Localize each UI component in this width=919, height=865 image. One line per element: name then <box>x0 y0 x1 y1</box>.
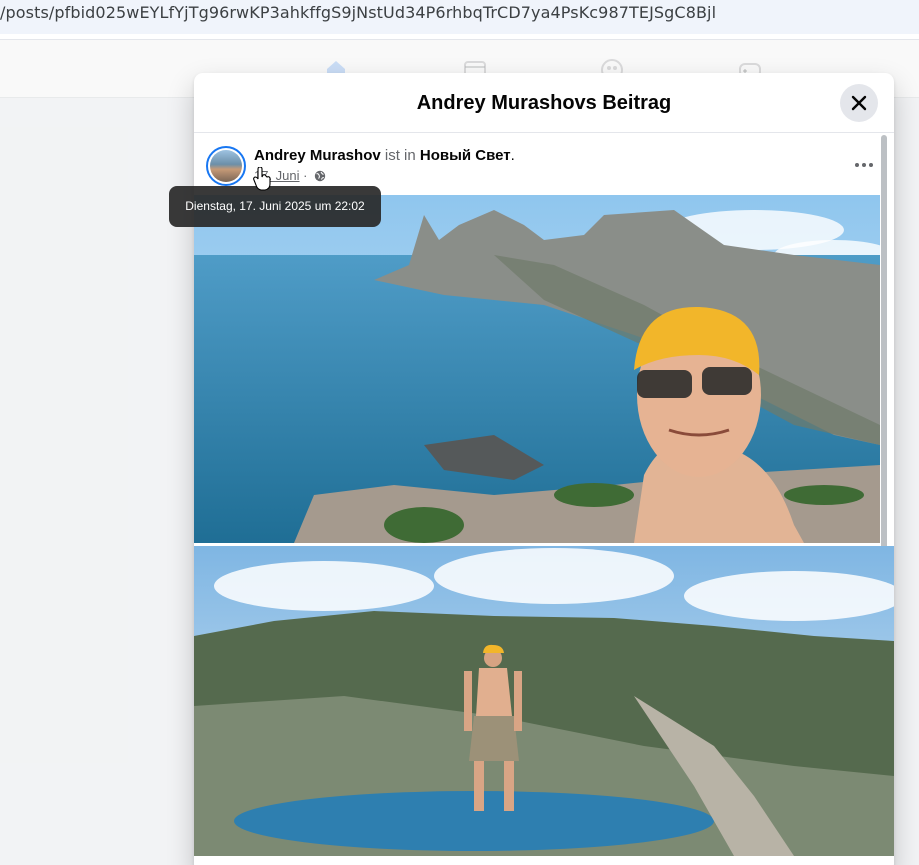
url-text[interactable]: /posts/pfbid025wEYLfYjTg96rwKP3ahkffgS9j… <box>0 3 716 22</box>
location-link[interactable]: Новый Свет <box>420 147 511 164</box>
globe-icon <box>314 170 326 182</box>
photo-image <box>194 546 894 856</box>
dialog-title: Andrey Murashovs Beitrag <box>416 92 672 114</box>
location-suffix: . <box>510 147 515 164</box>
location-prefix: ist in <box>380 147 420 164</box>
close-button[interactable] <box>840 84 878 122</box>
avatar[interactable] <box>206 146 246 186</box>
photo-image <box>194 195 880 543</box>
hand-cursor-icon <box>253 167 271 191</box>
meta-separator: · <box>299 168 312 183</box>
author-line: Andrey Murashov ist in Новый Свет. <box>254 147 515 164</box>
post-photo-1[interactable] <box>194 195 880 543</box>
close-icon <box>851 95 867 111</box>
browser-url-bar[interactable]: /posts/pfbid025wEYLfYjTg96rwKP3ahkffgS9j… <box>0 0 919 34</box>
post-photo-2[interactable] <box>194 546 894 856</box>
dialog-header: Andrey Murashovs Beitrag <box>194 73 894 133</box>
date-tooltip: Dienstag, 17. Juni 2025 um 22:02 <box>169 186 381 227</box>
more-options-button[interactable] <box>848 155 880 175</box>
author-name[interactable]: Andrey Murashov <box>254 147 381 164</box>
